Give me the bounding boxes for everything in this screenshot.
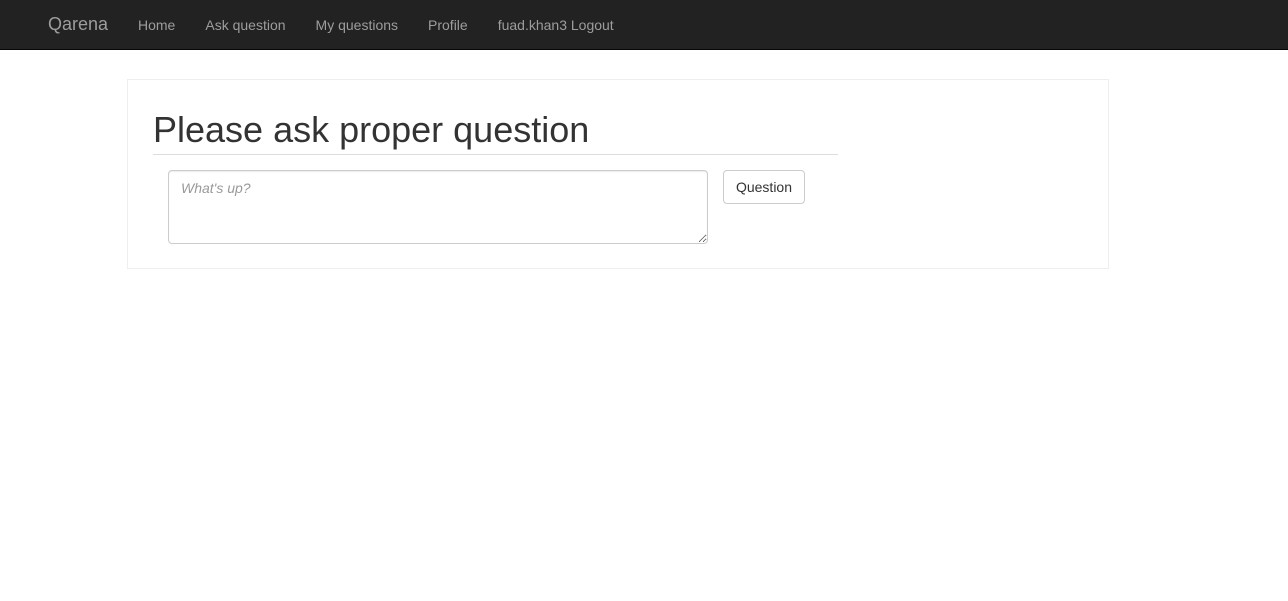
nav-item-home[interactable]: Home [123,0,190,50]
title-divider [153,154,838,155]
brand-link[interactable]: Qarena [48,14,108,34]
nav-item-ask-question[interactable]: Ask question [190,0,300,50]
question-submit-button[interactable]: Question [723,170,805,204]
nav-item-logout[interactable]: fuad.khan3 Logout [483,0,629,50]
top-navbar: Qarena Home Ask question My questions Pr… [0,0,1288,50]
question-input[interactable] [168,170,708,244]
nav-item-my-questions[interactable]: My questions [301,0,413,50]
nav-item-profile[interactable]: Profile [413,0,483,50]
page-title: Please ask proper question [153,109,590,150]
ask-question-panel: Please ask proper question Question [127,79,1109,269]
nav-menu: Home Ask question My questions Profile f… [123,0,629,50]
